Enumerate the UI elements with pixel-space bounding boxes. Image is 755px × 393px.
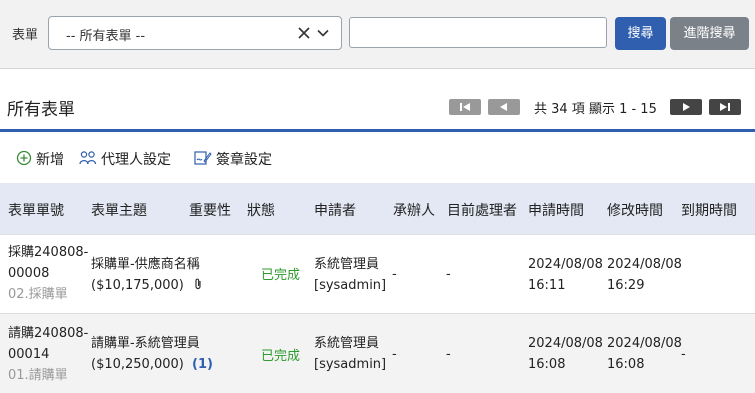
form-number-cell[interactable]: 採購240808- 00008 02.採購單	[8, 242, 88, 305]
first-page-button[interactable]	[449, 99, 481, 115]
chevron-down-icon[interactable]	[317, 27, 329, 39]
advanced-search-button[interactable]: 進階搜尋	[670, 17, 749, 50]
subject-cell[interactable]: 採購單-供應商名稱 ($10,175,000)	[91, 254, 203, 296]
keyword-input[interactable]	[349, 17, 607, 48]
column-header[interactable]: 重要性	[189, 200, 231, 220]
clear-icon[interactable]	[297, 26, 311, 40]
signature-icon	[194, 151, 212, 165]
delegate-settings-button[interactable]: 代理人設定	[79, 149, 183, 169]
applicant-id: [sysadmin]	[314, 278, 387, 293]
column-header[interactable]: 到期時間	[681, 200, 737, 220]
last-page-icon	[720, 103, 730, 111]
form-number-suffix: 00014	[8, 347, 50, 362]
prev-page-button[interactable]	[488, 99, 520, 115]
pagination-info: 共 34 項 顯示 1 - 15	[534, 102, 657, 117]
users-icon	[79, 151, 97, 165]
column-header[interactable]: 目前處理者	[447, 200, 517, 220]
apply-time: 16:08	[528, 357, 566, 372]
applicant-name: 系統管理員	[314, 257, 380, 272]
column-header[interactable]: 修改時間	[607, 200, 663, 220]
paperclip-icon[interactable]	[193, 278, 203, 290]
apply-date: 2024/08/08	[528, 257, 603, 272]
apply-time-cell: 2024/08/08 16:11	[528, 254, 603, 296]
form-select-value: -- 所有表單 --	[66, 29, 146, 44]
next-page-button[interactable]	[670, 99, 702, 115]
form-select[interactable]: -- 所有表單 --	[48, 16, 342, 50]
form-number: 採購240808-	[8, 245, 89, 260]
signature-settings-button[interactable]: 簽章設定	[194, 149, 282, 169]
modified-time: 16:29	[607, 278, 645, 293]
handler-cell: -	[392, 347, 397, 362]
column-header[interactable]: 承辦人	[393, 200, 435, 220]
applicant-cell: 系統管理員 [sysadmin]	[314, 333, 386, 375]
handler-cell: -	[392, 267, 397, 282]
due-time-cell: -	[681, 347, 686, 362]
table-row[interactable]: 採購240808- 00008 02.採購單 採購單-供應商名稱 ($10,17…	[0, 234, 755, 313]
add-label: 新增	[36, 152, 64, 168]
modified-date: 2024/08/08	[607, 336, 682, 351]
subject-title: 採購單-供應商名稱	[91, 257, 200, 272]
form-number-suffix: 00008	[8, 266, 50, 281]
table-row[interactable]: 請購240808- 00014 01.請購單 請購單-系統管理員 ($10,25…	[0, 313, 755, 393]
subject-title: 請購單-系統管理員	[91, 336, 200, 351]
column-header[interactable]: 表單單號	[8, 200, 64, 220]
subject-amount: ($10,175,000)	[91, 278, 184, 293]
comment-count[interactable]: (1)	[192, 357, 213, 372]
applicant-id: [sysadmin]	[314, 357, 387, 372]
subject-cell[interactable]: 請購單-系統管理員 ($10,250,000) (1)	[91, 333, 213, 375]
form-category: 01.請購單	[8, 368, 68, 383]
form-category: 02.採購單	[8, 287, 68, 302]
subject-amount: ($10,250,000)	[91, 357, 184, 372]
prev-page-icon	[500, 103, 507, 111]
modified-date: 2024/08/08	[607, 257, 682, 272]
title-divider	[0, 129, 755, 132]
modified-time-cell: 2024/08/08 16:08	[607, 333, 682, 375]
apply-time: 16:11	[528, 278, 566, 293]
column-header[interactable]: 狀態	[247, 200, 275, 220]
column-header[interactable]: 申請時間	[528, 200, 584, 220]
page-title: 所有表單	[7, 100, 75, 120]
form-number: 請購240808-	[8, 326, 89, 341]
column-header[interactable]: 申請者	[314, 200, 356, 220]
modified-time-cell: 2024/08/08 16:29	[607, 254, 682, 296]
current-processor-cell: -	[446, 267, 451, 282]
apply-date: 2024/08/08	[528, 336, 603, 351]
search-bar: 表單 -- 所有表單 -- 搜尋 進階搜尋	[0, 0, 755, 69]
search-button[interactable]: 搜尋	[615, 17, 666, 50]
table-header: 表單單號 表單主題 重要性 狀態 申請者 承辦人 目前處理者 申請時間 修改時間…	[0, 183, 755, 234]
delegate-settings-label: 代理人設定	[101, 152, 171, 168]
first-page-icon	[460, 103, 470, 111]
plus-circle-icon	[16, 150, 32, 166]
apply-time-cell: 2024/08/08 16:08	[528, 333, 603, 375]
add-button[interactable]: 新增	[16, 149, 72, 169]
status-badge: 已完成	[261, 268, 301, 283]
form-number-cell[interactable]: 請購240808- 00014 01.請購單	[8, 323, 88, 386]
signature-settings-label: 簽章設定	[216, 152, 272, 168]
status-badge: 已完成	[261, 349, 301, 364]
form-filter-label: 表單	[12, 28, 39, 43]
current-processor-cell: -	[446, 347, 451, 362]
last-page-button[interactable]	[709, 99, 741, 115]
next-page-icon	[683, 103, 690, 111]
applicant-cell: 系統管理員 [sysadmin]	[314, 254, 386, 296]
applicant-name: 系統管理員	[314, 336, 380, 351]
column-header[interactable]: 表單主題	[91, 200, 147, 220]
modified-time: 16:08	[607, 357, 645, 372]
